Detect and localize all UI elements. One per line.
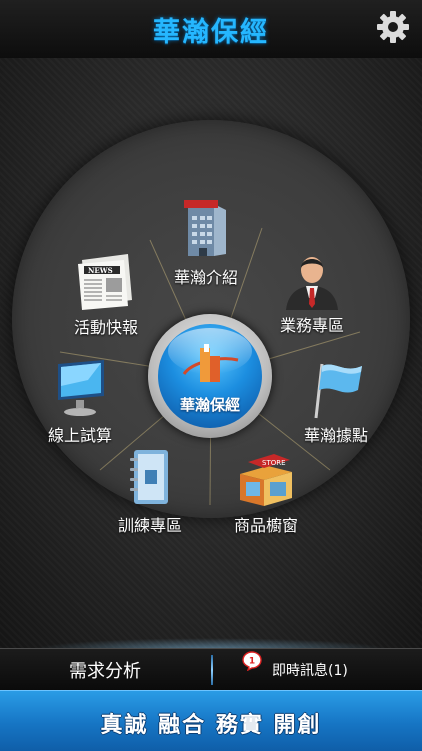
menu-item-business[interactable]: 業務專區 bbox=[280, 246, 344, 336]
svg-text:NEWS: NEWS bbox=[88, 266, 113, 275]
menu-item-locations[interactable]: 華瀚據點 bbox=[304, 356, 368, 446]
instant-message-button[interactable]: 1 即時訊息(1) bbox=[214, 649, 422, 691]
center-button-label: 華瀚保經 bbox=[179, 396, 240, 414]
menu-label-training: 訓練專區 bbox=[118, 516, 183, 535]
binder-icon bbox=[130, 450, 168, 504]
menu-label-business: 業務專區 bbox=[280, 316, 345, 335]
needs-analysis-label: 需求分析 bbox=[69, 661, 141, 682]
svg-text:STORE: STORE bbox=[262, 459, 286, 467]
message-bubble-icon: 1 bbox=[242, 651, 262, 671]
footer-slogan: 真誠 融合 務實 開創 bbox=[100, 713, 322, 738]
footer-banner: 真誠 融合 務實 開創 bbox=[0, 690, 422, 751]
menu-item-store[interactable]: STORE 商品櫥窗 bbox=[234, 446, 298, 536]
menu-label-locations: 華瀚據點 bbox=[304, 426, 369, 445]
bottom-bar: 需求分析 1 即時訊息(1) bbox=[0, 648, 422, 691]
company-building-icon bbox=[184, 200, 226, 256]
gear-icon[interactable] bbox=[376, 10, 410, 44]
menu-item-calculator[interactable]: 線上試算 bbox=[48, 356, 112, 446]
header-bar: 華瀚保經 bbox=[0, 0, 422, 59]
menu-item-company[interactable]: 華瀚介紹 bbox=[174, 198, 238, 288]
menu-label-calculator: 線上試算 bbox=[48, 426, 113, 445]
center-button-face: 華瀚保經 bbox=[158, 324, 262, 428]
message-badge-count: 1 bbox=[249, 657, 255, 667]
flag-icon bbox=[314, 363, 362, 419]
bottom-divider bbox=[211, 655, 213, 685]
businessman-icon bbox=[286, 257, 338, 310]
newspaper-icon: NEWS bbox=[78, 254, 132, 310]
store-icon: STORE bbox=[240, 454, 292, 506]
menu-label-store: 商品櫥窗 bbox=[234, 516, 299, 535]
monitor-icon bbox=[58, 360, 104, 416]
app-title: 華瀚保經 bbox=[153, 17, 269, 48]
menu-item-training[interactable]: 訓練專區 bbox=[118, 446, 182, 536]
needs-analysis-button[interactable]: 需求分析 bbox=[0, 649, 210, 691]
menu-label-news: 活動快報 bbox=[74, 318, 139, 337]
menu-label-company: 華瀚介紹 bbox=[174, 268, 239, 287]
menu-item-news[interactable]: NEWS 活動快報 bbox=[74, 248, 138, 338]
company-logo-icon bbox=[182, 344, 239, 382]
center-home-button[interactable]: 華瀚保經 bbox=[148, 314, 272, 438]
app-screen: 華瀚保經 華瀚介紹 業務專區 華瀚據點 STORE 商品櫥窗 訓練專區 線上試算… bbox=[0, 0, 422, 751]
instant-message-label: 即時訊息(1) bbox=[272, 663, 348, 679]
